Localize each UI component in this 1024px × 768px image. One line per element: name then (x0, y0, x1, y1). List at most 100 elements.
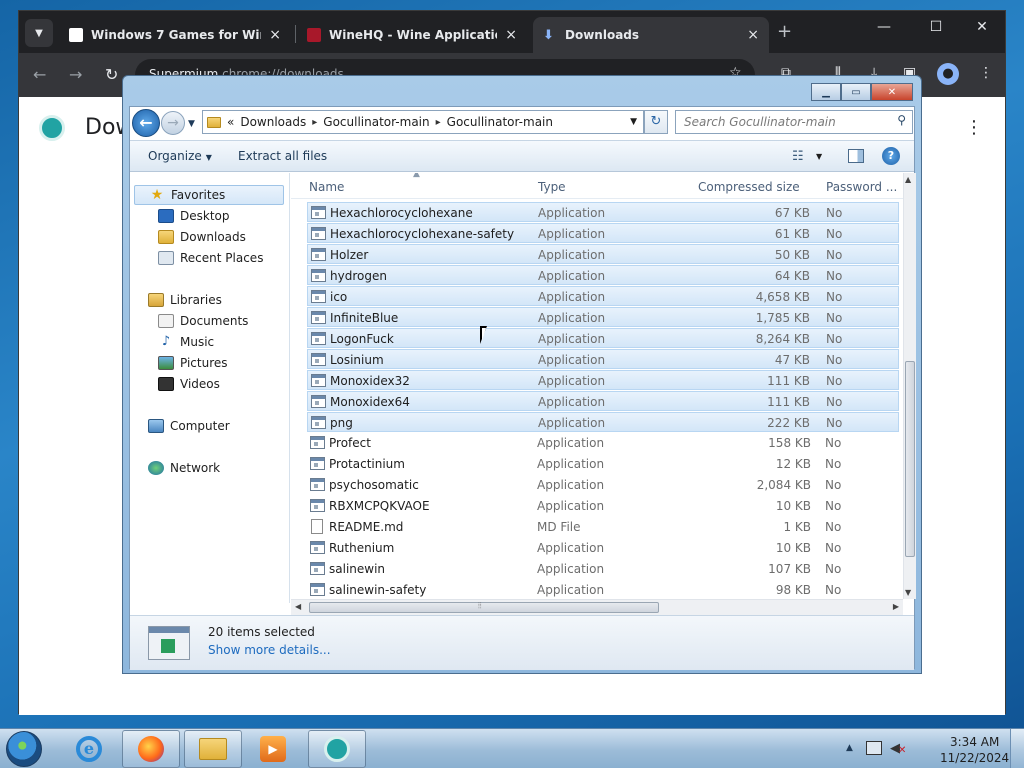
file-row[interactable]: salinewin Application 107 KB No (307, 559, 899, 579)
internet-explorer-icon: e (76, 736, 102, 762)
file-row[interactable]: Ruthenium Application 10 KB No (307, 538, 899, 558)
search-input[interactable]: Search Gocullinator-main ⚲ (675, 110, 913, 134)
show-more-details-link[interactable]: Show more details... (208, 643, 331, 657)
new-tab-button[interactable]: + (777, 21, 792, 42)
column-name[interactable]: Name (309, 180, 344, 194)
column-type[interactable]: Type (538, 180, 566, 194)
file-row[interactable]: Hexachlorocyclohexane-safety Application 6… (307, 223, 899, 243)
chevron-right-icon[interactable]: ▸ (436, 117, 441, 128)
nav-documents[interactable]: Documents (158, 311, 248, 331)
close-icon[interactable]: ✕ (967, 19, 997, 35)
nav-recent-places[interactable]: Recent Places (158, 248, 263, 268)
back-arrow-icon[interactable]: ← (132, 109, 160, 137)
reload-icon[interactable]: ↻ (105, 65, 118, 84)
file-row[interactable]: LogonFuck Application 8,264 KB No (307, 328, 899, 348)
file-row[interactable]: salinewin-safety Application 98 KB No (307, 580, 899, 599)
file-row[interactable]: Losinium Application 47 KB No (307, 349, 899, 369)
file-type: Application (537, 499, 605, 513)
file-row[interactable]: Monoxidex64 Application 111 KB No (307, 391, 899, 411)
window-minimize-icon[interactable]: ▁ (811, 83, 841, 101)
nav-desktop[interactable]: Desktop (158, 206, 230, 226)
taskbar-explorer[interactable] (184, 730, 242, 768)
nav-favorites[interactable]: ★ Favorites (134, 185, 284, 205)
breadcrumb-gocullinator-inner[interactable]: Gocullinator-main (447, 115, 553, 129)
file-row[interactable]: Hexachlorocyclohexane Application 67 KB No (307, 202, 899, 222)
refresh-icon[interactable]: ↻ (644, 110, 668, 134)
clock-time[interactable]: 3:34 AM (950, 735, 999, 749)
extract-all-button[interactable]: Extract all files (238, 149, 327, 163)
file-row[interactable]: Holzer Application 50 KB No (307, 244, 899, 264)
address-dropdown-icon[interactable]: ▼ (630, 117, 637, 127)
breadcrumb-overflow[interactable]: « (227, 115, 234, 129)
tab-winehq[interactable]: WineHQ - Wine Application D × (297, 17, 527, 53)
preview-pane-icon[interactable] (848, 149, 864, 163)
file-row[interactable]: Profect Application 158 KB No (307, 433, 899, 453)
file-row[interactable]: Monoxidex32 Application 111 KB No (307, 370, 899, 390)
view-options-icon[interactable]: ☷ (792, 149, 804, 164)
file-type: Application (538, 290, 606, 304)
forward-arrow-icon[interactable]: → (161, 111, 185, 135)
minimize-icon[interactable]: — (869, 19, 899, 35)
taskbar-media-player[interactable]: ▶ (244, 730, 302, 768)
organize-button[interactable]: Organize ▼ (148, 149, 212, 163)
file-row[interactable]: ico Application 4,658 KB No (307, 286, 899, 306)
page-menu-icon[interactable]: ⋮ (965, 117, 983, 138)
address-breadcrumb[interactable]: « Downloads ▸ Gocullinator-main ▸ Gocull… (202, 110, 644, 134)
vertical-scrollbar[interactable]: ▲ ▼ (903, 173, 916, 599)
close-tab-icon[interactable]: × (747, 27, 759, 43)
recent-pages-dropdown-icon[interactable]: ▼ (188, 119, 195, 129)
column-password[interactable]: Password ... (826, 180, 897, 194)
back-icon[interactable]: ← (33, 65, 46, 84)
start-button[interactable] (6, 731, 42, 767)
breadcrumb-gocullinator[interactable]: Gocullinator-main (323, 115, 429, 129)
chevron-right-icon[interactable]: ▸ (312, 117, 317, 128)
help-icon[interactable]: ? (882, 147, 900, 165)
taskbar-internet-explorer[interactable]: e (60, 730, 118, 768)
nav-libraries[interactable]: Libraries (148, 290, 222, 310)
clock-date[interactable]: 11/22/2024 (940, 751, 1009, 765)
file-size: 61 KB (774, 227, 810, 241)
window-maximize-icon[interactable]: ▭ (841, 83, 871, 101)
file-row[interactable]: psychosomatic Application 2,084 KB No (307, 475, 899, 495)
file-size: 111 KB (767, 374, 810, 388)
scroll-down-icon[interactable]: ▼ (905, 588, 911, 597)
vertical-scroll-thumb[interactable] (905, 361, 915, 557)
nav-downloads[interactable]: Downloads (158, 227, 246, 247)
taskbar-firefox[interactable] (122, 730, 180, 768)
chevron-down-icon[interactable]: ▼ (816, 152, 822, 161)
file-row[interactable]: hydrogen Application 64 KB No (307, 265, 899, 285)
tab-search-button[interactable]: ▼ (25, 19, 53, 47)
file-row[interactable]: png Application 222 KB No (307, 412, 899, 432)
file-row[interactable]: Protactinium Application 12 KB No (307, 454, 899, 474)
file-row[interactable]: README.md MD File 1 KB No (307, 517, 899, 537)
details-pane: 20 items selected Show more details... (130, 615, 914, 670)
scroll-right-icon[interactable]: ▶ (893, 602, 899, 611)
profile-avatar-icon[interactable]: ● (937, 63, 959, 85)
forward-icon[interactable]: → (69, 65, 82, 84)
maximize-icon[interactable]: ☐ (921, 19, 951, 35)
tab-downloads[interactable]: ⬇ Downloads × (533, 17, 769, 53)
show-hidden-icons-icon[interactable]: ▲ (846, 743, 853, 753)
close-tab-icon[interactable]: × (505, 27, 517, 43)
nav-pictures[interactable]: Pictures (158, 353, 228, 373)
column-compressed-size[interactable]: Compressed size (698, 180, 800, 194)
menu-icon[interactable]: ⋮ (979, 65, 993, 81)
scroll-up-icon[interactable]: ▲ (905, 175, 911, 184)
close-tab-icon[interactable]: × (269, 27, 281, 43)
horizontal-scrollbar[interactable]: ◀ ⦙⦙ ▶ (291, 599, 903, 615)
nav-videos[interactable]: Videos (158, 374, 220, 394)
search-icon[interactable]: ⚲ (897, 113, 906, 127)
breadcrumb-downloads[interactable]: Downloads (240, 115, 306, 129)
scroll-left-icon[interactable]: ◀ (295, 602, 301, 611)
nav-network[interactable]: Network (148, 458, 220, 478)
show-desktop-button[interactable] (1010, 729, 1024, 768)
tab-windows7-games[interactable]: Windows 7 Games for Window × (59, 17, 291, 53)
network-tray-icon[interactable] (866, 741, 882, 755)
nav-music[interactable]: ♪ Music (158, 332, 214, 352)
nav-computer[interactable]: Computer (148, 416, 230, 436)
file-row[interactable]: RBXMCPQKVAOE Application 10 KB No (307, 496, 899, 516)
horizontal-scroll-thumb[interactable]: ⦙⦙ (309, 601, 659, 613)
window-close-icon[interactable]: ✕ (871, 83, 913, 101)
file-row[interactable]: InfiniteBlue Application 1,785 KB No (307, 307, 899, 327)
taskbar-supermium[interactable] (308, 730, 366, 768)
